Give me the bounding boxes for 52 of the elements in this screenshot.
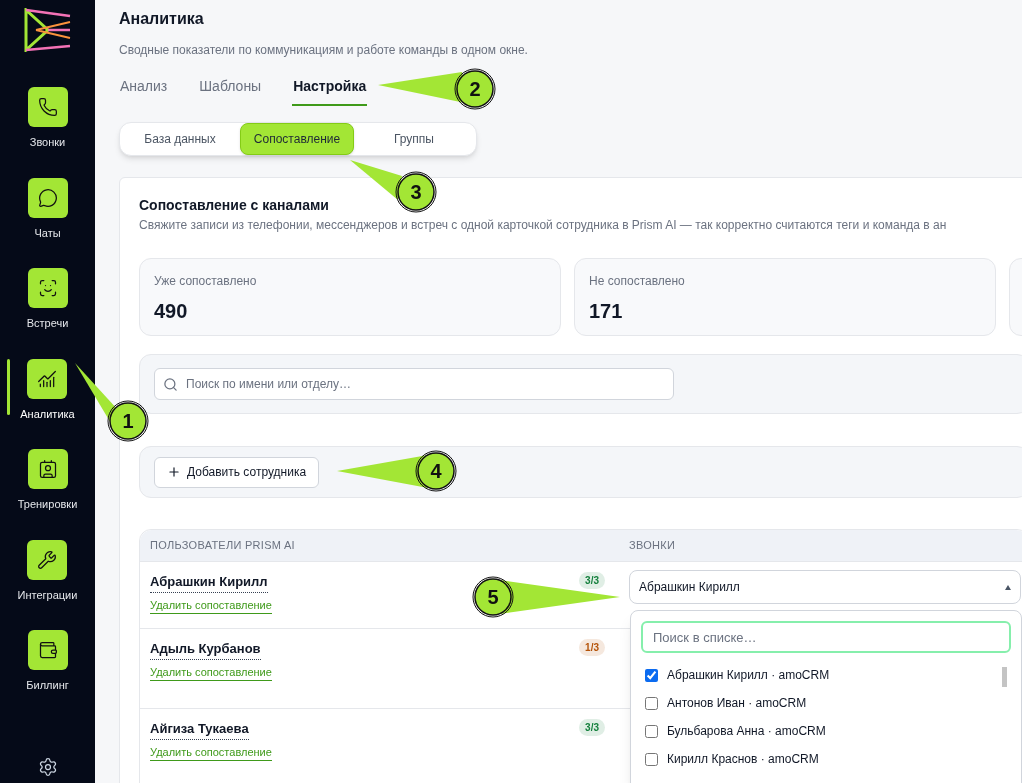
user-name: Айгиза Тукаева [150, 719, 249, 740]
user-name: Адыль Курбанов [150, 639, 261, 660]
search-icon [163, 377, 178, 392]
settings-icon[interactable] [37, 757, 58, 777]
search-field[interactable]: Поиск по имени или отделу… [154, 368, 674, 400]
tab[interactable]: Анализ [119, 76, 169, 106]
stat-label: Уже сопоставлено [154, 273, 257, 290]
chart-icon [37, 368, 58, 389]
match-badge: 3/3 [579, 719, 605, 736]
column-header: ЗВОНКИ [628, 538, 676, 554]
column-header: ПОЛЬЗОВАТЕЛИ PRISM AI [149, 538, 296, 554]
match-badge: 3/3 [579, 572, 605, 589]
page-subtitle: Сводные показатели по коммуникациям и работе команды в одном окне. [119, 42, 529, 59]
remove-mapping-link[interactable]: Удалить сопоставление [150, 596, 272, 614]
stat-value: 171 [589, 299, 623, 324]
page-title: Аналитика [119, 9, 205, 29]
subtab[interactable]: Группы [360, 123, 468, 155]
section-description: Свяжите записи из телефонии, мессенджеров и встреч с одной карточкой сотрудника в Prism AI — так корректно считаются теги и команда в ан [139, 217, 948, 234]
sidebar-item[interactable]: Аналитика [20, 358, 75, 422]
section-title: Сопоставление с каналами [139, 196, 329, 215]
subtab[interactable]: Сопоставление [240, 123, 354, 155]
select-field[interactable]: Абрашкин Кирилл [629, 570, 1021, 604]
list-option[interactable]: Антонов Иван · amoCRM [641, 689, 1002, 717]
remove-mapping-link[interactable]: Удалить сопоставление [150, 743, 272, 761]
caret-icon [1005, 584, 1011, 590]
option-checkbox[interactable] [645, 668, 658, 682]
list-option[interactable]: Кирилл Краснов · amoCRM [641, 745, 1002, 773]
tab[interactable]: Шаблоны [198, 76, 263, 106]
face-frame-icon [37, 278, 58, 298]
add-employee-button[interactable]: Добавить сотрудника [154, 456, 320, 488]
list-option[interactable]: Бульбарова Анна · amoCRM [641, 717, 1002, 745]
option-checkbox[interactable] [645, 724, 658, 738]
contact-card-icon [37, 459, 58, 479]
scrollbar [1002, 667, 1007, 687]
chat-bubble-icon [37, 187, 58, 208]
user-name: Абрашкин Кирилл [150, 572, 268, 593]
option-checkbox[interactable] [645, 752, 658, 766]
list-search-field[interactable]: Поиск в списке… [641, 621, 1011, 653]
stat-value: 490 [154, 299, 188, 324]
wrench-icon [37, 549, 58, 570]
subtab[interactable]: База данных [126, 123, 234, 155]
plus-icon [167, 465, 181, 479]
match-badge: 1/3 [579, 639, 605, 656]
remove-mapping-link[interactable]: Удалить сопоставление [150, 663, 272, 681]
wallet-icon [37, 640, 58, 660]
sidebar-item[interactable]: Интеграции [17, 539, 78, 603]
sidebar-item[interactable]: Тренировки [17, 449, 78, 513]
phone-icon [37, 97, 58, 117]
tab[interactable]: Настройка [292, 76, 368, 106]
stat-label: Не сопоставлено [589, 273, 685, 290]
list-option[interactable]: Абрашкин Кирилл · amoCRM [641, 661, 1002, 689]
option-checkbox[interactable] [645, 696, 658, 710]
